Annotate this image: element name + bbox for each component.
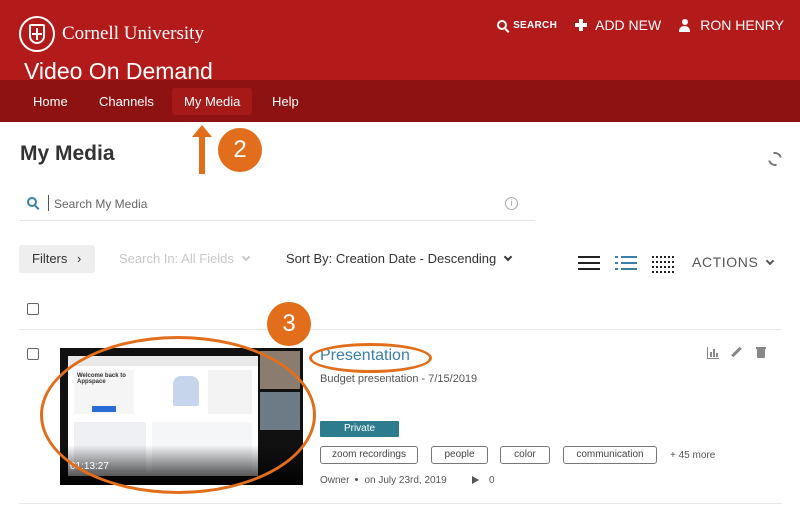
page-title: My Media — [20, 142, 115, 165]
search-icon — [27, 197, 37, 207]
annotation-oval-thumbnail — [40, 336, 316, 494]
site-header: Cornell University Video On Demand SEARC… — [0, 0, 800, 84]
list-view-icon[interactable] — [578, 255, 600, 271]
add-new-button[interactable]: ADD NEW — [575, 17, 661, 33]
nav-item-home[interactable]: Home — [21, 88, 80, 115]
search-bar: i — [20, 187, 535, 221]
user-name: RON HENRY — [700, 17, 784, 33]
search-link-label: SEARCH — [513, 19, 558, 31]
filters-label: Filters — [32, 251, 68, 266]
search-in-dropdown[interactable]: Search In: All Fields — [119, 251, 251, 266]
search-link[interactable]: SEARCH — [497, 20, 557, 31]
sort-dropdown[interactable]: Sort By: Creation Date - Descending — [286, 251, 513, 266]
filters-button[interactable]: Filters › — [19, 245, 95, 273]
plus-icon — [575, 19, 588, 31]
media-description: Budget presentation - 7/15/2019 — [320, 373, 478, 385]
tag-communication[interactable]: communication — [563, 446, 657, 464]
privacy-badge: Private — [320, 421, 399, 437]
brand-name: Cornell University — [62, 23, 204, 44]
annotation-oval-title — [309, 343, 432, 373]
annotation-step-2: 2 — [218, 128, 262, 172]
edit-icon[interactable] — [731, 347, 743, 359]
chevron-down-icon — [504, 252, 513, 262]
analytics-icon[interactable] — [707, 347, 719, 359]
list-divider — [19, 503, 782, 504]
user-menu[interactable]: RON HENRY — [679, 17, 784, 33]
refresh-icon[interactable] — [765, 149, 785, 169]
more-tags-link[interactable]: + 45 more — [670, 450, 715, 461]
select-all-checkbox[interactable] — [27, 303, 39, 315]
header-actions: SEARCH ADD NEW RON HENRY — [479, 17, 784, 33]
delete-icon[interactable] — [755, 347, 767, 359]
nav-item-help[interactable]: Help — [260, 88, 311, 115]
chevron-right-icon: › — [77, 251, 82, 266]
detailed-view-icon[interactable] — [615, 255, 637, 271]
main-nav: Home Channels My Media Help — [0, 80, 800, 122]
annotation-step-3: 3 — [267, 302, 311, 346]
annotation-arrow — [192, 125, 212, 174]
chevron-down-icon — [766, 256, 775, 266]
cornell-logo[interactable]: Cornell University — [19, 16, 204, 52]
play-count-icon — [472, 476, 479, 484]
search-input[interactable] — [54, 193, 484, 215]
list-divider — [19, 329, 782, 330]
created-date: on July 23rd, 2019 — [364, 475, 447, 486]
actions-dropdown[interactable]: ACTIONS — [692, 254, 775, 270]
add-new-label: ADD NEW — [595, 17, 662, 33]
search-in-label: Search In: All Fields — [119, 251, 234, 266]
actions-label: ACTIONS — [692, 254, 759, 270]
user-icon — [679, 18, 691, 32]
chevron-down-icon — [241, 252, 251, 262]
search-divider — [48, 195, 49, 211]
owner-label: Owner — [320, 475, 350, 486]
play-count: 0 — [489, 475, 495, 486]
cornell-seal-icon — [19, 16, 55, 52]
sort-label: Sort By: Creation Date - Descending — [286, 251, 497, 266]
compact-view-icon[interactable] — [652, 255, 674, 273]
search-icon — [497, 20, 508, 30]
media-meta: Owner on July 23rd, 2019 — [320, 475, 447, 486]
info-icon[interactable]: i — [505, 197, 518, 210]
tag-people[interactable]: people — [431, 446, 488, 464]
tag-color[interactable]: color — [500, 446, 550, 464]
entry-checkbox[interactable] — [27, 348, 39, 360]
nav-item-channels[interactable]: Channels — [87, 88, 166, 115]
nav-item-my-media[interactable]: My Media — [172, 88, 253, 115]
tag-zoom-recordings[interactable]: zoom recordings — [320, 446, 418, 464]
